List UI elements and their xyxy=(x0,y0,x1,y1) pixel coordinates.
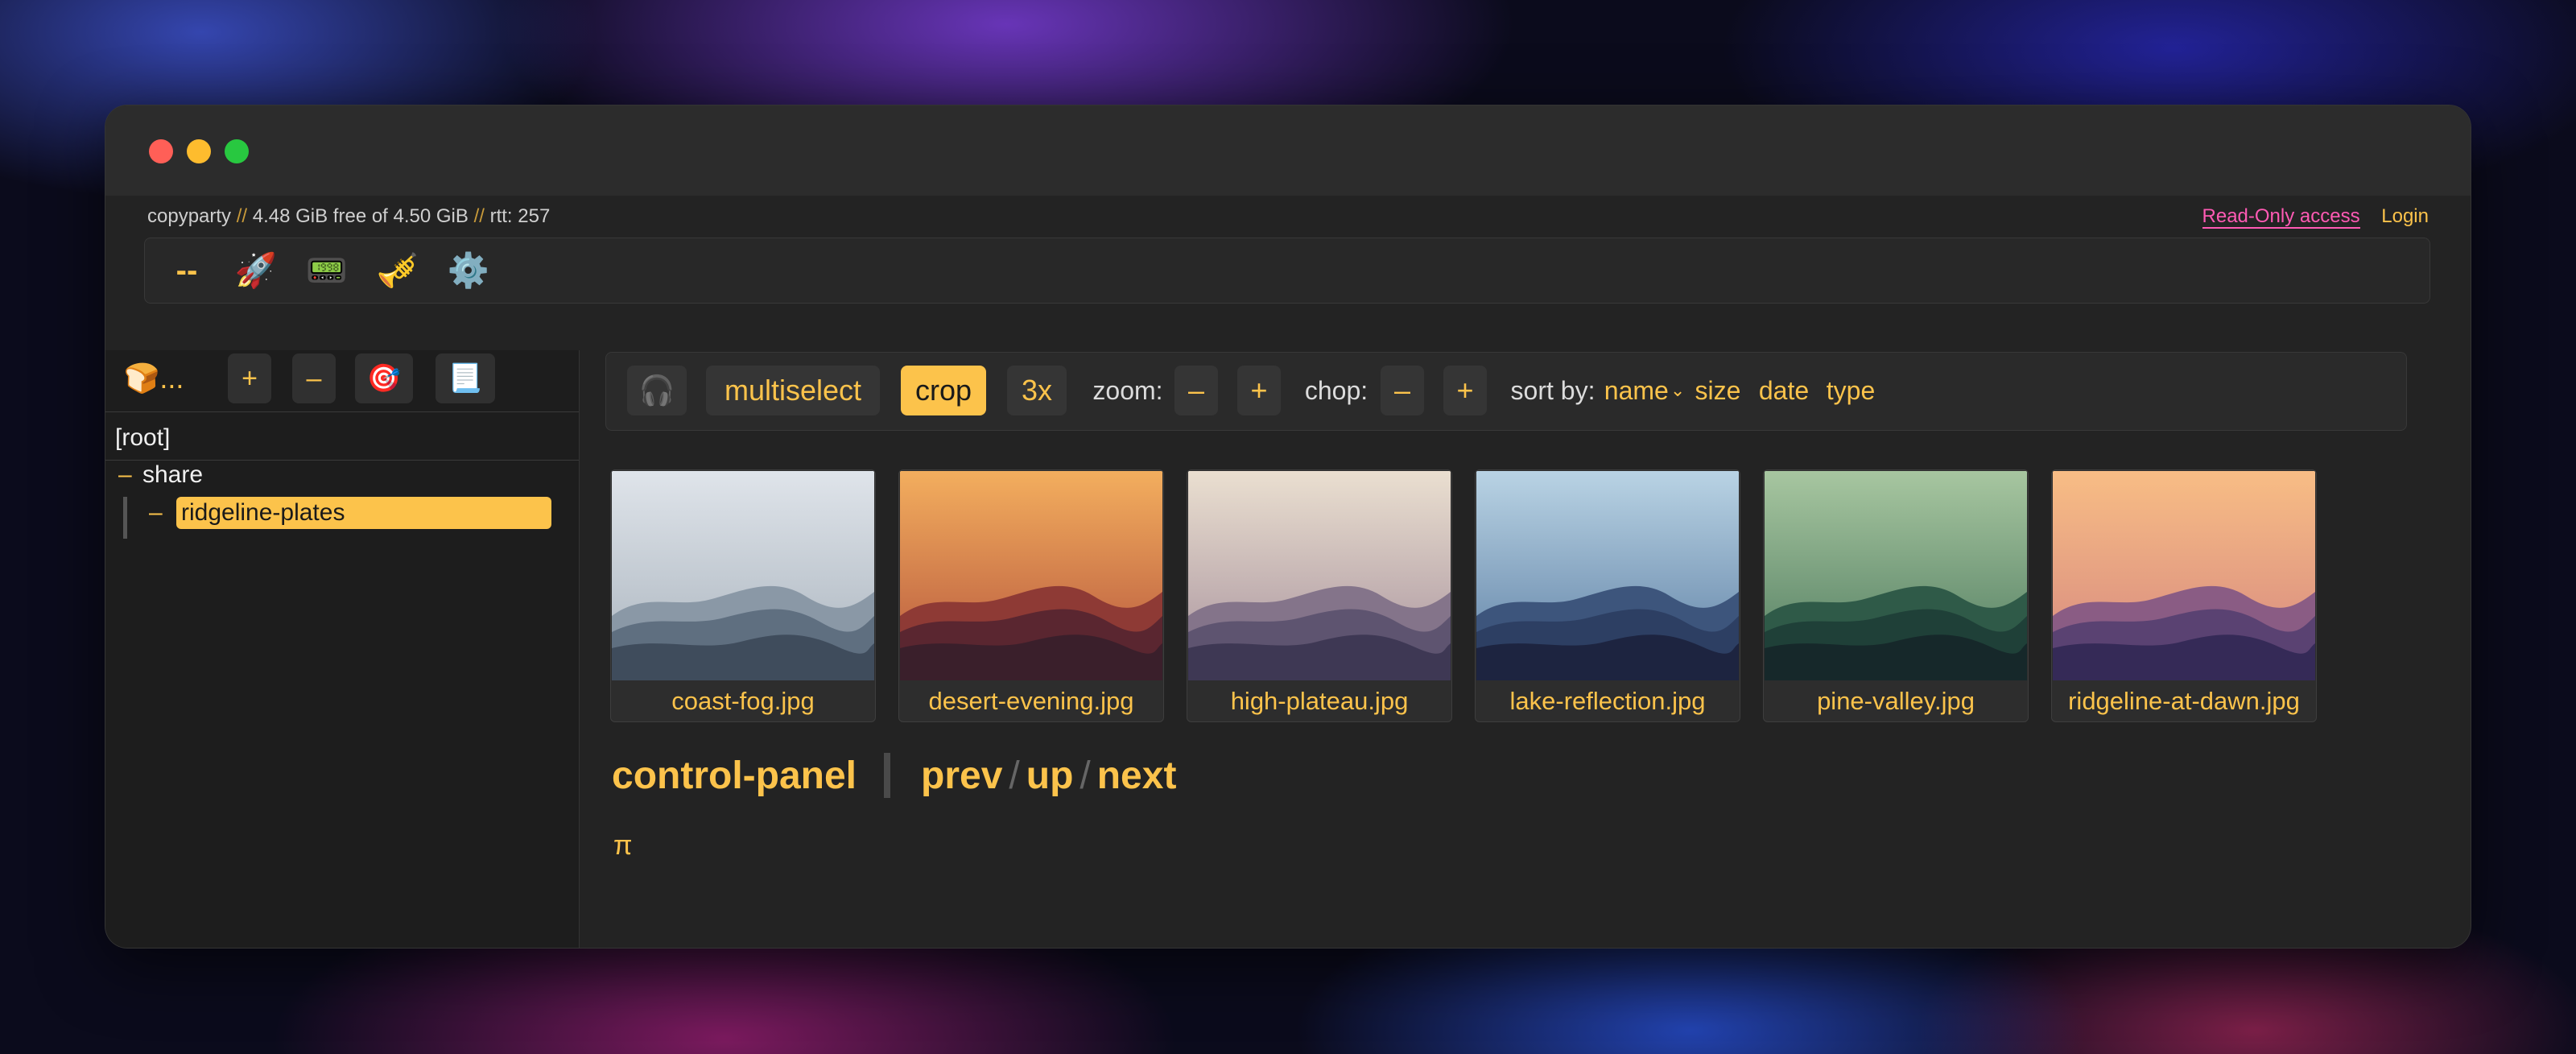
tree-item-share[interactable]: – share xyxy=(118,461,203,489)
app-window: copyparty // 4.48 GiB free of 4.50 GiB /… xyxy=(105,105,2471,949)
tree-item-label-selected[interactable]: ridgeline-plates xyxy=(176,497,551,529)
disk-free: 4.48 GiB free of 4.50 GiB xyxy=(252,205,469,227)
tree-wider-button[interactable]: + xyxy=(228,353,271,403)
up-link[interactable]: up xyxy=(1026,754,1074,798)
sidebar-toolbar: 🍞... + – 🎯 📃 xyxy=(105,350,579,412)
thumbnail-image xyxy=(1476,471,1739,680)
separator: // xyxy=(473,205,485,227)
minimize-window-button[interactable] xyxy=(187,139,211,163)
titlebar xyxy=(105,105,2471,196)
trumpet-icon[interactable]: 🎺 xyxy=(374,246,422,295)
scale-toggle[interactable]: 3x xyxy=(1007,366,1067,415)
zoom-out-button[interactable]: – xyxy=(1174,366,1218,415)
divider xyxy=(884,753,891,798)
next-link[interactable]: next xyxy=(1097,754,1177,798)
sort-date-button[interactable]: date xyxy=(1754,366,1814,415)
thumbnail-image xyxy=(1765,471,2027,680)
separator: // xyxy=(236,205,248,227)
thumbnail-lake-reflection[interactable]: lake-reflection.jpg xyxy=(1475,469,1740,722)
thumbnail-filename[interactable]: coast-fog.jpg xyxy=(611,681,875,721)
op-bar: -- 🚀 📟 🎺 ⚙️ xyxy=(144,238,2430,304)
headphones-icon[interactable]: 🎧 xyxy=(627,366,687,415)
collapse-icon[interactable]: – xyxy=(118,461,142,489)
rtt-value: rtt: 257 xyxy=(489,205,551,227)
main-pane: 🎧 multiselect crop 3x zoom: – + chop: – … xyxy=(580,350,2471,948)
bread-icon[interactable]: 🍞... xyxy=(115,353,192,403)
tree-item-ridgeline-plates[interactable]: – ridgeline-plates xyxy=(149,495,551,531)
sort-ascending-icon: ⌄ xyxy=(1670,380,1686,400)
nav-slash: / xyxy=(1009,754,1020,797)
thumbnail-filename[interactable]: desert-evening.jpg xyxy=(899,681,1163,721)
target-icon[interactable]: 🎯 xyxy=(355,353,413,403)
thumbnail-high-plateau[interactable]: high-plateau.jpg xyxy=(1187,469,1452,722)
crop-toggle[interactable]: crop xyxy=(901,366,986,415)
thumbnail-pine-valley[interactable]: pine-valley.jpg xyxy=(1763,469,2029,722)
chop-less-button[interactable]: – xyxy=(1381,366,1424,415)
sort-type-button[interactable]: type xyxy=(1822,366,1880,415)
sidebar: 🍞... + – 🎯 📃 [root] – share – ridgeline-… xyxy=(105,350,580,948)
thumbnail-filename[interactable]: high-plateau.jpg xyxy=(1187,681,1451,721)
rocket-icon[interactable]: 🚀 xyxy=(232,246,280,295)
sort-name-button[interactable]: name ⌄ xyxy=(1604,366,1685,415)
zoom-label: zoom: xyxy=(1092,375,1163,405)
gallery-controls: 🎧 multiselect crop 3x zoom: – + chop: – … xyxy=(605,352,2407,431)
multiselect-button[interactable]: multiselect xyxy=(706,366,880,415)
thumbnail-image xyxy=(900,471,1162,680)
tree-narrower-button[interactable]: – xyxy=(292,353,336,403)
collapse-icon[interactable]: – xyxy=(149,499,176,527)
nav-slash: / xyxy=(1080,754,1091,797)
app-name: copyparty xyxy=(147,205,232,227)
thumbnail-filename[interactable]: pine-valley.jpg xyxy=(1764,681,2028,721)
sort-size-button[interactable]: size xyxy=(1690,366,1746,415)
divider xyxy=(105,460,579,461)
thumbnail-image xyxy=(1188,471,1451,680)
auth-links: Read-Only access Login xyxy=(2202,205,2429,229)
tree-indent-line xyxy=(123,497,127,539)
control-panel-link[interactable]: control-panel xyxy=(612,754,857,798)
zoom-in-button[interactable]: + xyxy=(1237,366,1281,415)
chop-more-button[interactable]: + xyxy=(1443,366,1487,415)
thumbnail-image xyxy=(2053,471,2315,680)
chop-label: chop: xyxy=(1304,375,1368,405)
dir-nav: control-panel prev / up / next xyxy=(612,753,1176,798)
close-window-button[interactable] xyxy=(149,139,173,163)
read-only-access-link[interactable]: Read-Only access xyxy=(2202,205,2360,229)
sort-label: sort by: xyxy=(1510,375,1596,405)
thumbnail-desert-evening[interactable]: desert-evening.jpg xyxy=(898,469,1164,722)
tree-item-label[interactable]: share xyxy=(142,461,203,489)
thumbnail-coast-fog[interactable]: coast-fog.jpg xyxy=(610,469,876,722)
thumbnail-filename[interactable]: ridgeline-at-dawn.jpg xyxy=(2052,681,2316,721)
gear-icon[interactable]: ⚙️ xyxy=(444,246,493,295)
thumbnail-ridgeline-at-dawn[interactable]: ridgeline-at-dawn.jpg xyxy=(2051,469,2317,722)
thumbnail-filename[interactable]: lake-reflection.jpg xyxy=(1476,681,1740,721)
status-line: copyparty // 4.48 GiB free of 4.50 GiB /… xyxy=(147,205,550,228)
sort-name-label: name xyxy=(1604,375,1669,405)
pi-link[interactable]: π xyxy=(613,830,632,862)
login-link[interactable]: Login xyxy=(2381,205,2429,227)
zoom-window-button[interactable] xyxy=(225,139,249,163)
thumbnail-image xyxy=(612,471,874,680)
ops-collapse-button[interactable]: -- xyxy=(171,246,203,295)
tree-root[interactable]: [root] xyxy=(115,424,170,452)
pager-icon[interactable]: 📟 xyxy=(303,246,351,295)
prev-link[interactable]: prev xyxy=(921,754,1002,798)
scroll-icon[interactable]: 📃 xyxy=(436,353,495,403)
